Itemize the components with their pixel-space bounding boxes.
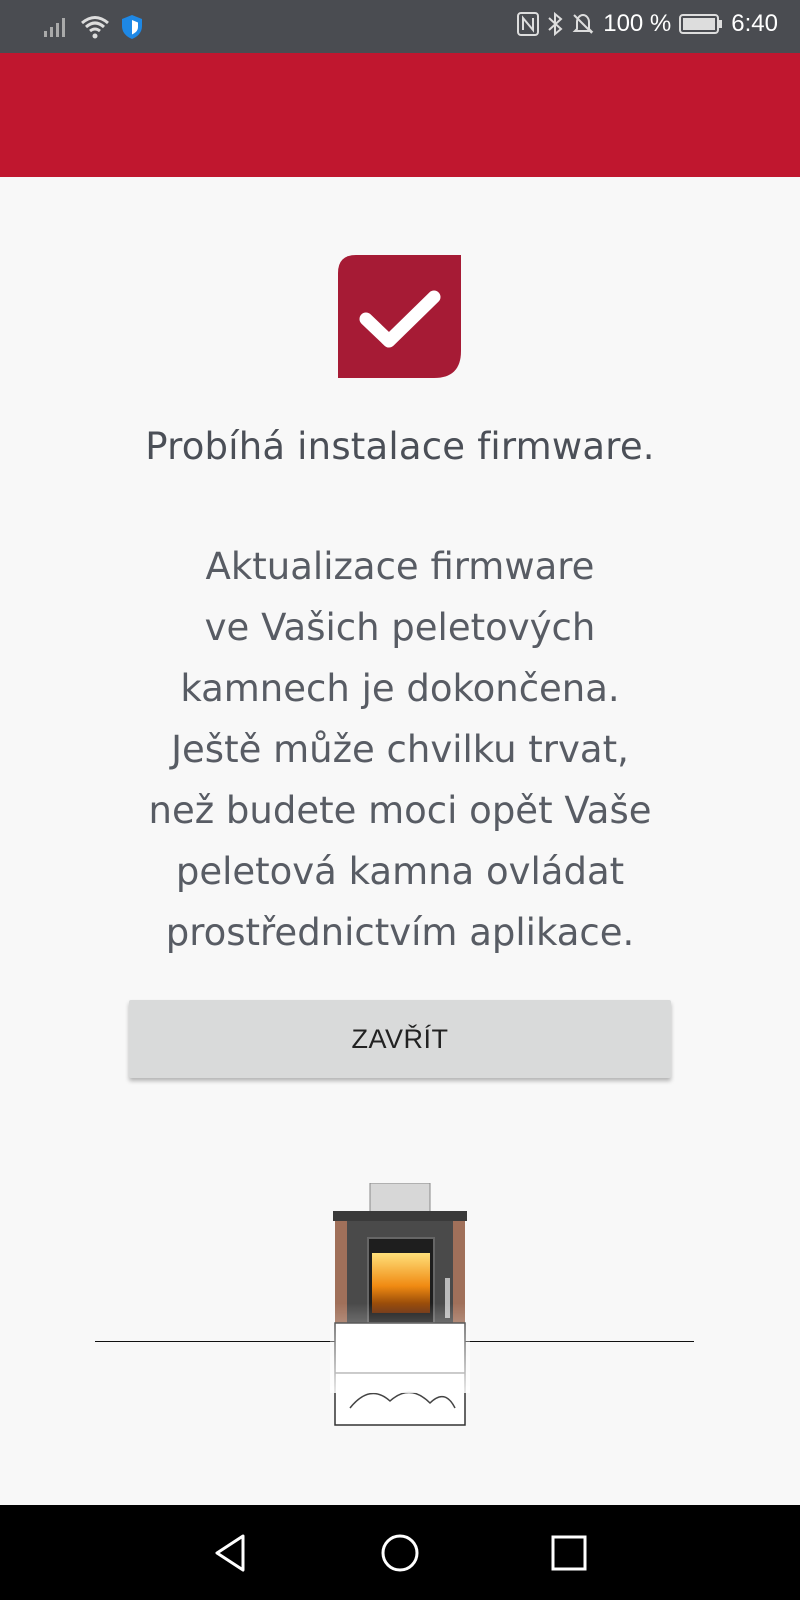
navigation-bar xyxy=(0,1505,800,1600)
back-icon[interactable] xyxy=(207,1530,253,1576)
header-bar xyxy=(0,53,800,177)
close-button[interactable]: ZAVŘÍT xyxy=(129,1000,671,1078)
dialog-message: Aktualizace firmware ve Vašich peletovýc… xyxy=(148,545,652,954)
bluetooth-icon xyxy=(548,12,563,36)
checkmark-icon xyxy=(338,255,461,378)
home-icon[interactable] xyxy=(377,1530,423,1576)
clock: 6:40 xyxy=(731,10,778,37)
status-right: 100 % 6:40 xyxy=(517,10,778,38)
shield-icon xyxy=(122,15,142,39)
bell-off-icon xyxy=(572,13,594,34)
status-bar: 100 % 6:40 xyxy=(0,0,800,53)
battery-percent: 100 % xyxy=(603,10,672,37)
pellet-stove-icon xyxy=(330,1183,470,1426)
recents-icon[interactable] xyxy=(546,1530,592,1576)
divider-right xyxy=(465,1341,694,1342)
dialog-title: Probíhá instalace firmware. xyxy=(145,425,655,468)
wifi-icon xyxy=(81,16,109,39)
battery-icon xyxy=(679,14,723,34)
signal-icon xyxy=(44,18,65,37)
nfc-icon xyxy=(517,12,540,36)
status-left xyxy=(44,14,144,40)
divider-left xyxy=(95,1341,335,1342)
